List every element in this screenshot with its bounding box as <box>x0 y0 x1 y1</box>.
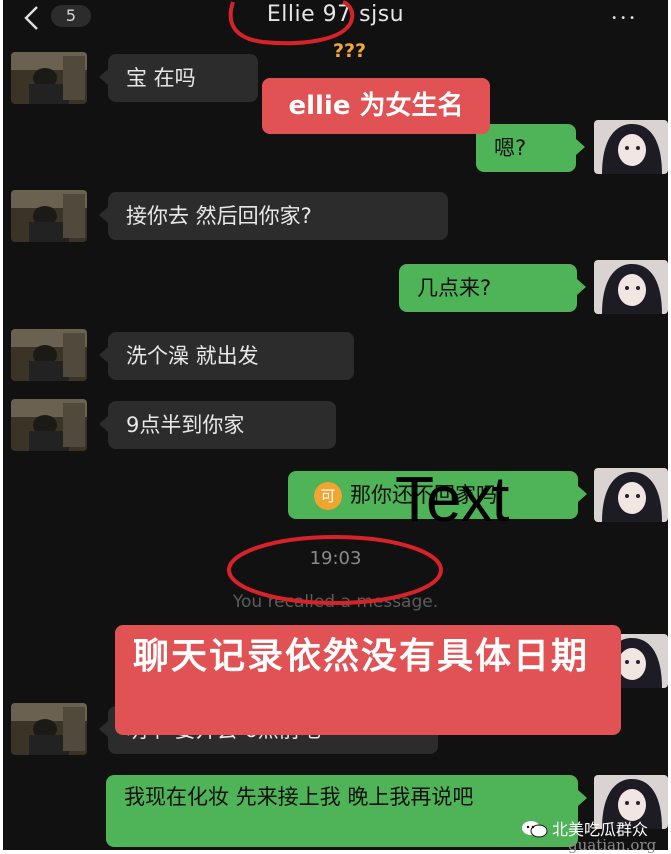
text-overlay-annotation: Text <box>395 463 509 535</box>
message-bubble-sent[interactable]: 几点来? <box>399 264 586 312</box>
message-bubble-received[interactable]: 宝 在吗 <box>99 54 258 102</box>
watermark-site: guatian.org <box>568 836 657 854</box>
message-bubble-sent[interactable]: 我现在化妆 先来接上我 晚上我再说吧 <box>106 775 587 847</box>
contact-avatar[interactable] <box>11 52 87 104</box>
message-bubble-received[interactable]: 接你去 然后回你家? <box>99 192 448 240</box>
message-text: 接你去 然后回你家? <box>126 204 312 228</box>
message-text: 洗个澡 就出发 <box>126 344 259 368</box>
message-text: 9点半到你家 <box>126 413 245 437</box>
female-name-annotation: ellie 为女生名 <box>262 78 490 134</box>
chat-screen: 5 Ellie 97 sjsu ••• 宝 在吗 嗯? 接你去 然后回你家? 几… <box>3 0 668 850</box>
more-options-icon[interactable]: ••• <box>611 13 638 24</box>
message-text: 几点来? <box>417 276 492 300</box>
contact-avatar[interactable] <box>11 190 87 242</box>
contact-avatar[interactable] <box>11 703 87 755</box>
user-avatar[interactable] <box>594 260 668 314</box>
message-bubble-received[interactable]: 洗个澡 就出发 <box>99 332 354 380</box>
user-avatar[interactable] <box>594 468 668 522</box>
contact-avatar[interactable] <box>11 399 87 451</box>
message-text: 宝 在吗 <box>126 66 196 90</box>
watermark: 北美吃瓜群众 guatian.org <box>512 810 671 854</box>
message-bubble-sent[interactable]: 嗯? <box>476 124 585 172</box>
emoji-icon: 可 <box>314 482 342 510</box>
contact-avatar[interactable] <box>11 329 87 381</box>
message-text: 嗯? <box>494 136 527 160</box>
message-bubble-received[interactable]: 9点半到你家 <box>99 401 336 449</box>
time-circle-annotation <box>227 535 443 605</box>
user-avatar[interactable] <box>594 120 668 174</box>
wechat-icon <box>522 821 548 838</box>
message-text: 我现在化妆 先来接上我 晚上我再说吧 <box>124 785 474 809</box>
no-date-annotation: 聊天记录依然没有具体日期 <box>115 625 621 735</box>
title-circle-annotation <box>228 0 355 46</box>
